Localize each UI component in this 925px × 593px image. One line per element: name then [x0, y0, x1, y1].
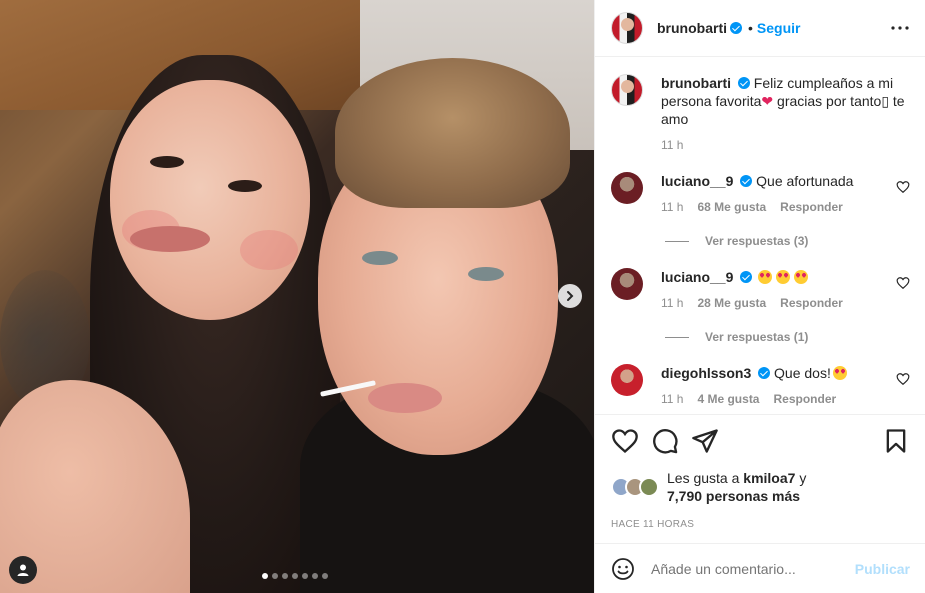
post-side-panel: brunobarti • Seguir brunobarti Feliz cum…: [594, 0, 925, 593]
carousel-indicator: [262, 573, 328, 579]
tagged-users-button[interactable]: [9, 556, 37, 584]
user-tag-icon: [17, 564, 29, 576]
post-timestamp[interactable]: HACE 11 HORAS: [611, 519, 910, 530]
comment-time[interactable]: 11 h: [661, 294, 683, 312]
carousel-dot: [262, 573, 268, 579]
heart-icon[interactable]: [896, 372, 910, 386]
comment-row: luciano__9 Que afortunada 11 h 68 Me gus…: [611, 172, 910, 216]
chevron-right-icon: [567, 291, 574, 301]
comment-input[interactable]: [651, 560, 855, 577]
likes-count[interactable]: 7,790 personas más: [667, 488, 800, 504]
liker-avatar[interactable]: [639, 477, 659, 497]
woman-lips: [130, 226, 210, 252]
post-header: brunobarti • Seguir: [595, 0, 925, 57]
reply-button[interactable]: Responder: [780, 198, 843, 216]
carousel-dot: [292, 573, 298, 579]
man-left-eye: [362, 251, 398, 265]
likes-conj: y: [799, 470, 807, 486]
commenter-username[interactable]: luciano__9: [661, 173, 733, 189]
caption-author-username[interactable]: brunobarti: [661, 75, 731, 91]
author-avatar[interactable]: [611, 12, 643, 44]
commenter-username[interactable]: diegohlsson3: [661, 365, 751, 381]
likes-summary: Les gusta a kmiloa7 y 7,790 personas más: [611, 469, 910, 505]
caption-row: brunobarti Feliz cumpleaños a mi persona…: [611, 74, 910, 154]
next-slide-button[interactable]: [558, 284, 582, 308]
post-actions: Les gusta a kmiloa7 y 7,790 personas más…: [595, 414, 925, 530]
more-options-button[interactable]: [889, 17, 911, 39]
verified-badge-icon: [730, 22, 742, 34]
publish-button[interactable]: Publicar: [855, 561, 910, 577]
commenter-avatar[interactable]: [611, 172, 643, 204]
heart-eyes-emoji-icon: [832, 366, 847, 380]
bookmark-icon[interactable]: [882, 427, 910, 455]
comment-likes[interactable]: 4 Me gusta: [697, 390, 759, 408]
verified-badge-icon: [758, 367, 771, 379]
add-comment-bar: Publicar: [595, 543, 925, 593]
heart-icon[interactable]: [611, 427, 639, 455]
reply-button[interactable]: Responder: [773, 390, 836, 408]
smile-icon[interactable]: [611, 557, 635, 581]
author-username[interactable]: brunobarti: [657, 20, 727, 36]
comment-icon[interactable]: [651, 427, 679, 455]
woman-right-cheek: [240, 230, 298, 270]
commenter-username[interactable]: luciano__9: [661, 269, 733, 285]
carousel-dot: [322, 573, 328, 579]
view-replies-button[interactable]: Ver respuestas (1): [665, 330, 910, 344]
verified-badge-icon: [740, 271, 753, 283]
woman-right-eye: [228, 180, 262, 192]
man-hair: [335, 58, 570, 208]
more-horizontal-icon: [891, 26, 909, 30]
follow-button[interactable]: Seguir: [757, 20, 801, 36]
liker-username[interactable]: kmiloa7: [743, 470, 795, 486]
comment-time[interactable]: 11 h: [661, 198, 683, 216]
likes-prefix: Les gusta a: [667, 470, 740, 486]
heart-icon[interactable]: [896, 180, 910, 194]
comment-time[interactable]: 11 h: [661, 390, 683, 408]
comments-list[interactable]: brunobarti Feliz cumpleaños a mi persona…: [595, 58, 925, 413]
carousel-dot: [282, 573, 288, 579]
commenter-avatar[interactable]: [611, 364, 643, 396]
red-heart-emoji-icon: ❤: [761, 93, 774, 109]
caption-time[interactable]: 11 h: [661, 136, 683, 154]
send-icon[interactable]: [691, 427, 719, 455]
man-lips: [368, 383, 442, 413]
reply-button[interactable]: Responder: [780, 294, 843, 312]
woman-face: [110, 80, 310, 320]
comment-likes[interactable]: 68 Me gusta: [697, 198, 766, 216]
man-right-eye: [468, 267, 504, 281]
comment-row: luciano__9 11 h 28 Me gusta Responder: [611, 268, 910, 312]
comment-row: diegohlsson3 Que dos! 11 h 4 Me gusta Re…: [611, 364, 910, 408]
carousel-dot: [312, 573, 318, 579]
view-replies-button[interactable]: Ver respuestas (3): [665, 234, 910, 248]
verified-badge-icon: [737, 77, 750, 89]
heart-eyes-emoji-icon: [758, 270, 773, 284]
caption-author-avatar[interactable]: [611, 74, 643, 106]
heart-eyes-emoji-icon: [794, 270, 809, 284]
comment-text: Que dos!: [774, 365, 831, 381]
commenter-avatar[interactable]: [611, 268, 643, 300]
carousel-dot: [272, 573, 278, 579]
comment-likes[interactable]: 28 Me gusta: [697, 294, 766, 312]
heart-eyes-emoji-icon: [776, 270, 791, 284]
woman-left-eye: [150, 156, 184, 168]
verified-badge-icon: [740, 175, 753, 187]
carousel-dot: [302, 573, 308, 579]
comment-text: Que afortunada: [756, 173, 854, 189]
post-media[interactable]: [0, 0, 594, 593]
heart-icon[interactable]: [896, 276, 910, 290]
